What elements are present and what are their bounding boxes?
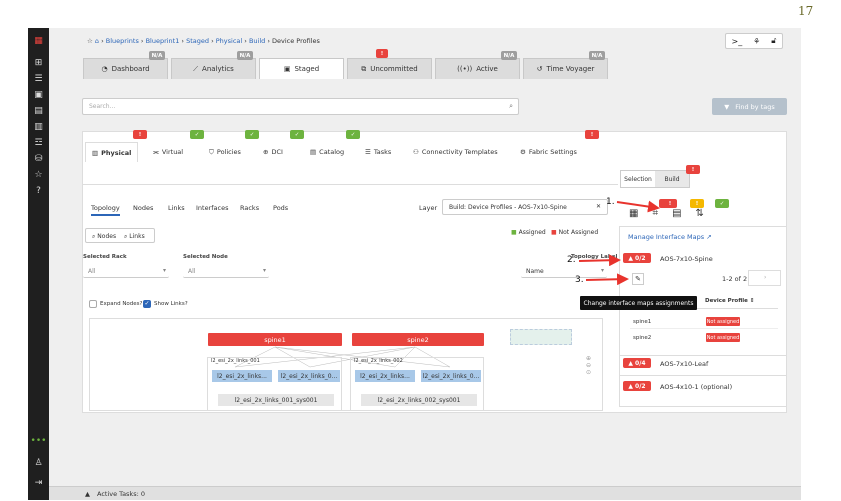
favorites-icon[interactable]: ☆ (28, 170, 49, 180)
devices-icon[interactable]: ▣ (28, 90, 49, 100)
status-dots-icon: ••• (30, 436, 47, 446)
chevron-up-icon: ▲ (85, 490, 90, 498)
blueprints-icon[interactable]: ☰ (28, 74, 49, 84)
left-sidebar: ▦ ⊞ ☰ ▣ ▤ ▥ ☲ ⛁ ☆ ? ••• ♙ ⇥ (28, 28, 49, 500)
callout-arrows (578, 200, 660, 286)
active-tasks-label: Active Tasks: 0 (97, 490, 145, 498)
database-icon[interactable]: ⛁ (28, 154, 49, 164)
help-icon[interactable]: ? (28, 186, 49, 196)
dashboard-icon[interactable]: ⊞ (28, 58, 49, 68)
active-tasks-bar[interactable]: ▲ Active Tasks: 0 (49, 486, 801, 500)
external-systems-icon[interactable]: ☲ (28, 138, 49, 148)
logout-icon[interactable]: ⇥ (28, 478, 49, 488)
apstra-logo-icon: ▦ (34, 36, 43, 46)
app-window: ☆ ⌂ › Blueprints › Blueprint1 › Staged ›… (49, 28, 801, 500)
resources-icon[interactable]: ▥ (28, 122, 49, 132)
page-number: 17 (798, 4, 814, 18)
design-icon[interactable]: ▤ (28, 106, 49, 116)
user-icon[interactable]: ♙ (28, 458, 49, 468)
